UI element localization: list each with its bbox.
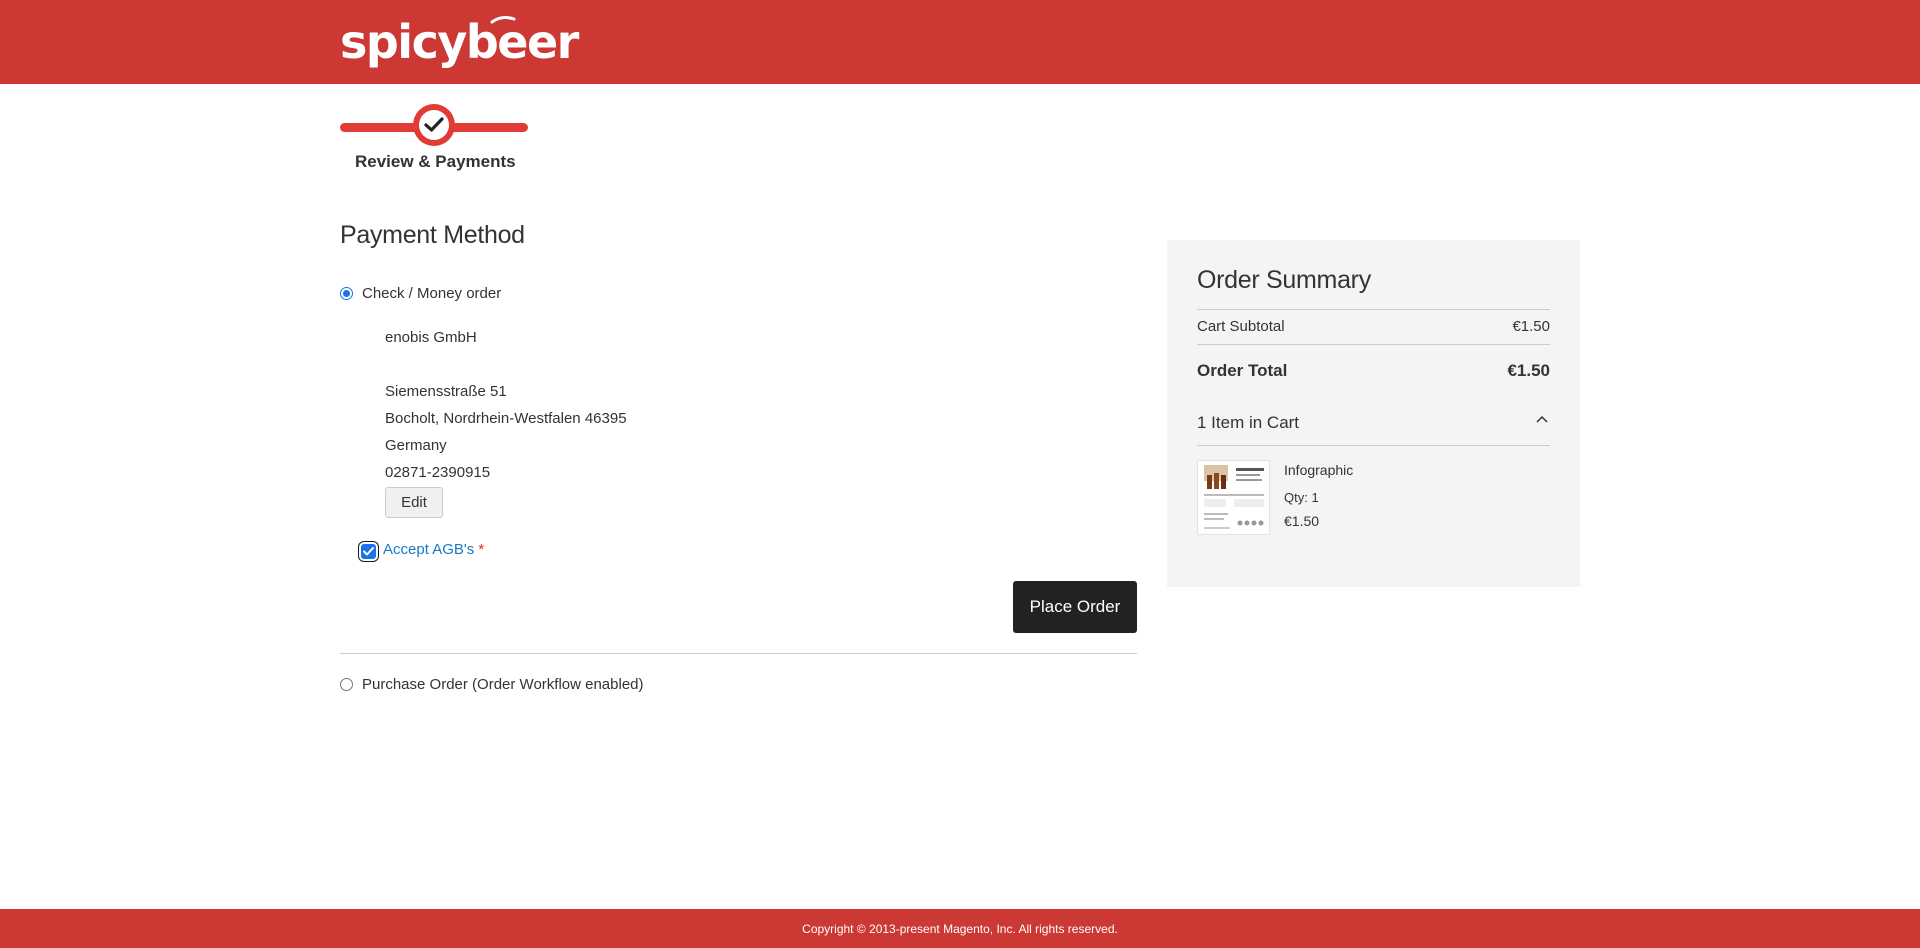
payment-divider — [340, 653, 1137, 654]
summary-divider — [1197, 344, 1550, 345]
payment-radio-purchase-order[interactable] — [340, 678, 353, 691]
payment-label-check-money[interactable]: Check / Money order — [362, 285, 501, 302]
cart-subtotal-value: €1.50 — [1512, 318, 1550, 335]
billing-country: Germany — [385, 437, 447, 454]
accept-agb-link[interactable]: Accept AGB's * — [383, 541, 484, 558]
copyright-text: Copyright © 2013-present Magento, Inc. A… — [802, 921, 1118, 936]
order-total-label: Order Total — [1197, 361, 1288, 380]
order-summary-panel: Order Summary Cart Subtotal €1.50 Order … — [1167, 240, 1580, 587]
payment-method-title: Payment Method — [340, 221, 525, 249]
summary-divider — [1197, 445, 1550, 446]
progress-step-marker — [413, 104, 455, 146]
billing-company: enobis GmbH — [385, 329, 477, 346]
summary-divider — [1197, 309, 1550, 310]
site-footer: Copyright © 2013-present Magento, Inc. A… — [0, 909, 1920, 948]
payment-label-purchase-order[interactable]: Purchase Order (Order Workflow enabled) — [362, 676, 644, 693]
logo-chili-icon — [490, 16, 516, 24]
progress-step-label: Review & Payments — [355, 152, 516, 171]
billing-phone: 02871-2390915 — [385, 464, 491, 481]
items-in-cart-label[interactable]: 1 Item in Cart — [1197, 413, 1299, 433]
edit-address-button[interactable]: Edit — [385, 487, 443, 518]
checkbox-check-icon — [363, 547, 374, 556]
product-thumbnail — [1197, 460, 1270, 535]
site-header: spicybeer — [0, 0, 1920, 84]
checkout-progress-bar — [340, 104, 528, 146]
accept-agb-checkbox[interactable] — [361, 544, 376, 559]
required-mark: * — [478, 541, 485, 558]
order-total-row: Order Total €1.50 — [1197, 361, 1550, 381]
place-order-button[interactable]: Place Order — [1013, 581, 1137, 633]
checkmark-icon — [424, 117, 444, 132]
accept-agb-label[interactable]: Accept AGB's — [383, 541, 474, 558]
cart-subtotal-row: Cart Subtotal €1.50 — [1197, 318, 1550, 335]
chevron-up-icon[interactable] — [1536, 415, 1548, 423]
cart-subtotal-label: Cart Subtotal — [1197, 318, 1285, 335]
product-qty: Qty: 1 — [1284, 490, 1319, 505]
payment-radio-check-money[interactable] — [340, 287, 353, 300]
order-total-value: €1.50 — [1507, 361, 1550, 380]
items-in-cart-toggle[interactable]: 1 Item in Cart — [1197, 413, 1550, 433]
infographic-thumbnail-image — [1198, 461, 1269, 534]
logo-text: spicybeer — [340, 15, 579, 69]
product-price: €1.50 — [1284, 513, 1320, 529]
order-summary-title: Order Summary — [1197, 266, 1371, 294]
product-name: Infographic — [1284, 462, 1354, 478]
billing-city-line: Bocholt, Nordrhein-Westfalen 46395 — [385, 410, 627, 427]
billing-street: Siemensstraße 51 — [385, 383, 507, 400]
site-logo[interactable]: spicybeer — [340, 14, 579, 70]
